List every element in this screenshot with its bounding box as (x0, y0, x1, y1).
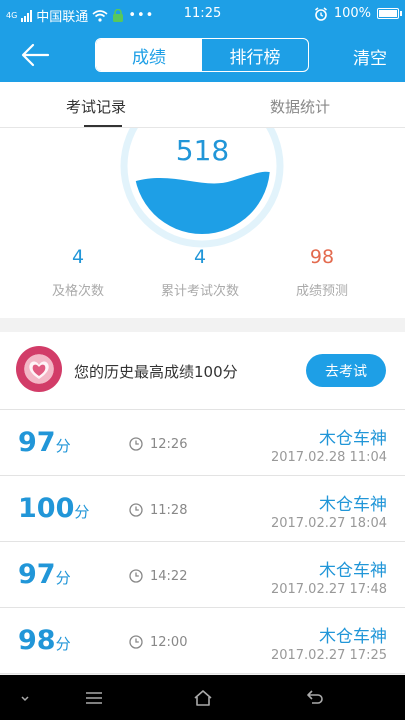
clock-icon (129, 635, 143, 649)
stat-value: 4 (71, 246, 85, 268)
score-unit: 分 (55, 635, 71, 653)
stat-value: 4 (193, 246, 207, 268)
stat-pass-count: 4 及格次数 (23, 246, 133, 299)
stat-label: 累计考试次数 (160, 284, 239, 299)
battery-percent: 100% (333, 6, 371, 21)
battery-icon (377, 8, 402, 19)
record-score: 97分 (18, 559, 71, 590)
tab-exam-records[interactable]: 考试记录 (66, 96, 126, 117)
record-score: 97分 (18, 427, 71, 458)
menu-icon[interactable] (83, 687, 105, 709)
total-score: 518 (175, 134, 230, 167)
nav-bar: 成绩 排行榜 清空 (0, 28, 405, 82)
record-name: 木仓车神 (319, 495, 387, 515)
record-date: 2017.02.27 18:04 (270, 516, 387, 531)
best-score-row: 您的历史最高成绩100分 去考试 (0, 332, 405, 410)
system-nav-bar (0, 675, 405, 720)
clock-icon (129, 437, 143, 451)
list-item[interactable]: 97分 14:22 木仓车神 2017.02.27 17:48 (0, 542, 405, 608)
active-tab-indicator (84, 125, 122, 127)
record-date: 2017.02.27 17:25 (270, 648, 387, 663)
record-duration: 12:00 (150, 635, 188, 650)
records-list: 97分 12:26 木仓车神 2017.02.28 11:04 100分 11:… (0, 410, 405, 674)
record-duration: 12:26 (150, 437, 188, 452)
best-score-text: 您的历史最高成绩100分 (74, 363, 238, 381)
record-date: 2017.02.27 17:48 (270, 582, 387, 597)
home-icon[interactable] (192, 687, 214, 709)
list-item[interactable]: 97分 12:26 木仓车神 2017.02.28 11:04 (0, 410, 405, 476)
record-name: 木仓车神 (319, 429, 387, 449)
list-item[interactable]: 100分 11:28 木仓车神 2017.02.27 18:04 (0, 476, 405, 542)
segment-scores[interactable]: 成绩 (96, 39, 202, 71)
clear-button[interactable]: 清空 (353, 44, 387, 69)
record-duration: 14:22 (150, 569, 188, 584)
record-score: 100分 (18, 493, 89, 524)
score-unit: 分 (55, 569, 71, 587)
record-name: 木仓车神 (319, 627, 387, 647)
tab-statistics[interactable]: 数据统计 (270, 96, 330, 117)
chevron-down-icon[interactable] (14, 687, 36, 709)
alarm-icon (314, 6, 327, 21)
segment-ranking[interactable]: 排行榜 (202, 39, 308, 71)
score-value: 98 (18, 625, 56, 656)
stat-value: 98 (309, 246, 335, 268)
back-icon[interactable] (304, 687, 326, 709)
clock-icon (129, 569, 143, 583)
stat-score-prediction: 98 成绩预测 (267, 246, 377, 299)
record-date: 2017.02.28 11:04 (270, 450, 387, 465)
stat-label: 成绩预测 (295, 284, 348, 299)
clock-icon (129, 503, 143, 517)
heart-icon (29, 361, 49, 379)
stats-panel: 518 4 及格次数 4 累计考试次数 98 成绩预测 (0, 128, 405, 318)
avatar (16, 346, 62, 392)
segment-control: 成绩 排行榜 (95, 38, 309, 72)
record-duration: 11:28 (150, 503, 188, 518)
score-value: 97 (18, 427, 56, 458)
score-unit: 分 (74, 503, 90, 521)
score-unit: 分 (55, 437, 71, 455)
record-name: 木仓车神 (319, 561, 387, 581)
score-value: 100 (18, 493, 75, 524)
record-score: 98分 (18, 625, 71, 656)
go-exam-button[interactable]: 去考试 (306, 354, 386, 387)
score-value: 97 (18, 559, 56, 590)
list-item[interactable]: 98分 12:00 木仓车神 2017.02.27 17:25 (0, 608, 405, 674)
stat-total-exams: 4 累计考试次数 (145, 246, 255, 299)
tab-bar: 考试记录 数据统计 (0, 82, 405, 128)
status-bar: 4G 中国联通 ••• 11:25 100% (0, 0, 405, 28)
stat-label: 及格次数 (51, 284, 104, 299)
back-arrow-icon[interactable] (20, 42, 50, 68)
